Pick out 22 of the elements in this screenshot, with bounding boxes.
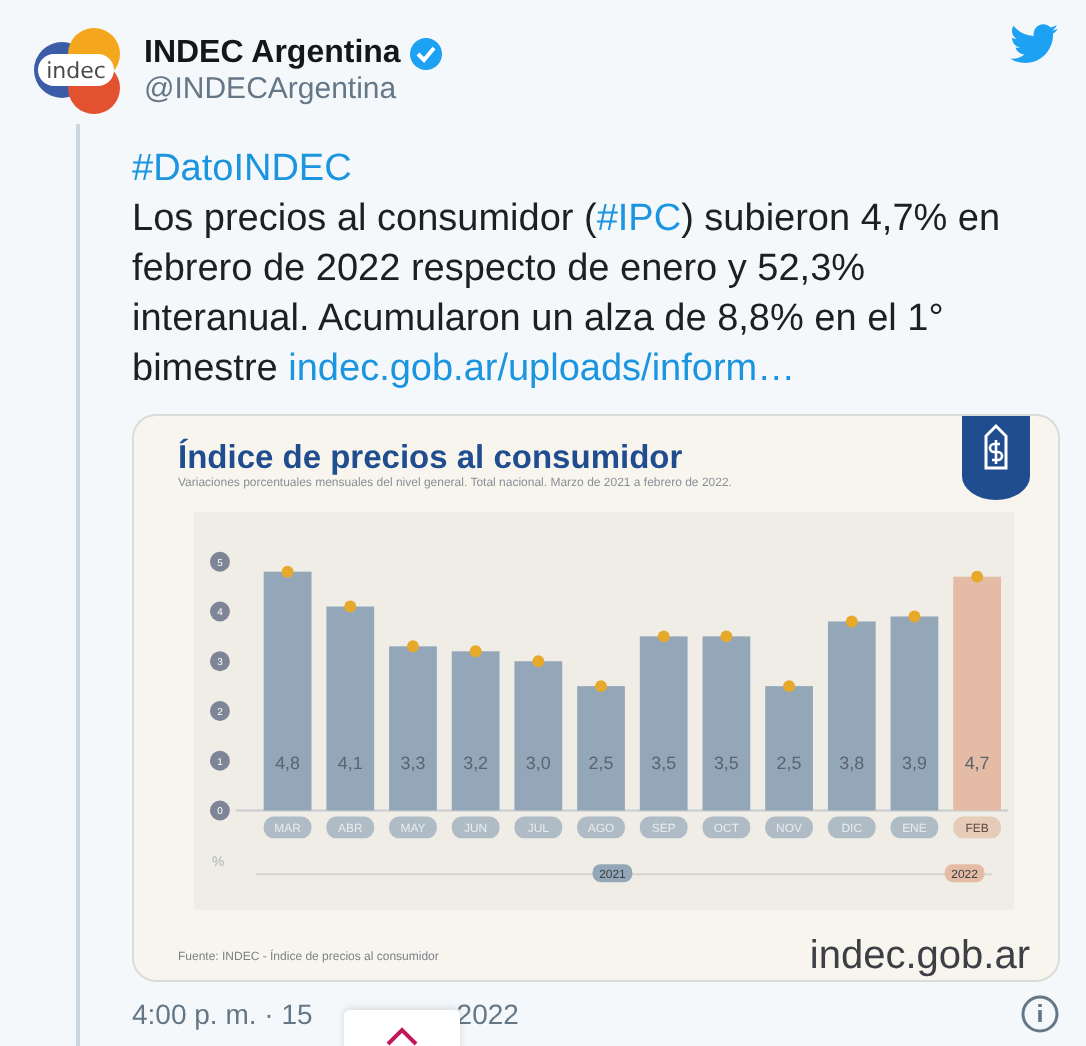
chart-title: Índice de precios al consumidor [178,440,685,477]
account-name[interactable]: INDEC Argentina [144,35,401,71]
data-label: 2,5 [588,752,614,773]
data-label: 4,1 [337,752,363,773]
timestamp[interactable]: 4:00 p. m. · 15 [132,998,313,1030]
hashtag-link[interactable]: #DatoINDEC [132,148,352,190]
timestamp-year[interactable]: 2022 [456,998,519,1030]
data-label: 3,5 [651,752,677,773]
account-handle[interactable]: @INDECArgentina [144,71,994,105]
data-label: 3,5 [713,752,739,773]
data-label: 4,7 [964,752,990,773]
data-label: 3,3 [400,752,426,773]
logo-text: indec.gob.ar [809,934,1030,980]
data-label: 3,0 [525,752,551,773]
tweet-text: Los precios al consumidor (#IPC) subieron 4,7% en febrero de 2022 respecto de enero y 52,3% interanual. Acumularon un alza de 8,8% en el 1° bimestre indec.gob.ar/uploads/inform… [132,198,1001,390]
tweet-link[interactable]: #IPC [596,198,682,240]
data-label: 3,9 [902,752,927,773]
data-label: 4,8 [275,752,301,773]
data-label: 3,8 [839,752,865,773]
tweet-link[interactable]: indec.gob.ar/uploads/inform… [288,348,796,390]
data-label: 2,5 [776,752,802,773]
data-label: 3,2 [463,752,489,773]
